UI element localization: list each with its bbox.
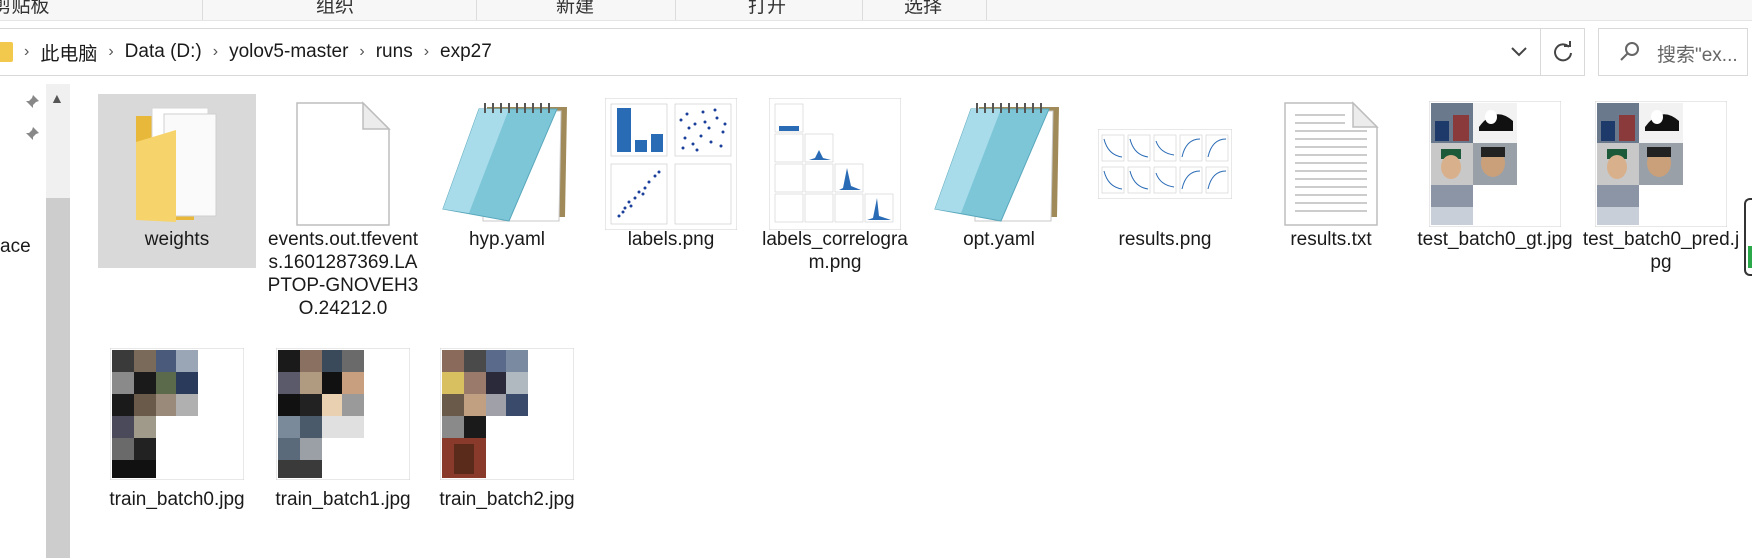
chevron-right-icon[interactable]: › — [359, 43, 364, 61]
file-name: test_batch0_pred.jpg — [1582, 229, 1740, 273]
breadcrumb-data-drive[interactable]: Data (D:) — [125, 41, 202, 63]
ribbon-group-select: 选择 — [903, 0, 942, 17]
file-item-results-png[interactable]: results.png — [1086, 94, 1244, 268]
file-name: opt.yaml — [963, 229, 1035, 250]
breadcrumb-this-pc[interactable]: 此电脑 — [40, 39, 97, 66]
blank-file-icon — [264, 94, 422, 234]
search-box[interactable]: 搜索"ex... — [1598, 28, 1748, 76]
edge-panel-handle[interactable] — [1744, 198, 1752, 276]
file-name: events.out.tfevents.1601287369.LAPTOP-GN… — [267, 229, 419, 319]
ribbon-separator — [986, 0, 987, 20]
file-name: train_batch2.jpg — [439, 489, 575, 510]
ribbon-group-organize: 组织 — [315, 0, 354, 17]
file-name: train_batch1.jpg — [275, 489, 411, 510]
file-item-results-txt[interactable]: results.txt — [1252, 94, 1410, 268]
search-icon — [1620, 42, 1639, 61]
ribbon-separator — [862, 0, 863, 20]
file-name: labels_correlogram.png — [762, 229, 908, 273]
image-thumbnail — [592, 94, 750, 234]
status-indicator — [1748, 246, 1752, 268]
file-item-test-batch0-gt[interactable]: test_batch0_gt.jpg — [1416, 94, 1574, 294]
notepad-icon — [428, 94, 586, 234]
ribbon-separator — [202, 0, 203, 20]
breadcrumb-runs[interactable]: runs — [376, 41, 413, 63]
chevron-right-icon[interactable]: › — [213, 43, 218, 61]
file-name: hyp.yaml — [468, 229, 546, 250]
image-thumbnail — [264, 344, 422, 484]
file-item-labels-png[interactable]: labels.png — [592, 94, 750, 268]
file-name: weights — [144, 229, 210, 250]
image-thumbnail — [1086, 94, 1244, 234]
file-item-weights[interactable]: weights — [98, 94, 256, 268]
file-name: labels.png — [627, 229, 715, 250]
scroll-up-arrow-icon[interactable]: ▲ — [50, 90, 64, 106]
file-item-test-batch0-pred[interactable]: test_batch0_pred.jpg — [1582, 94, 1740, 294]
file-item-train-batch2[interactable]: train_batch2.jpg — [428, 344, 586, 544]
image-thumbnail — [1416, 94, 1574, 234]
address-bar[interactable]: › 此电脑 › Data (D:) › yolov5-master › runs… — [0, 28, 1585, 76]
file-name: results.txt — [1290, 229, 1372, 250]
image-thumbnail — [98, 344, 256, 484]
breadcrumb-yolov5-master[interactable]: yolov5-master — [229, 41, 348, 63]
file-name: results.png — [1118, 229, 1212, 250]
notepad-icon — [920, 94, 1078, 234]
pin-icon[interactable] — [24, 94, 40, 110]
image-thumbnail — [1582, 94, 1740, 234]
chevron-right-icon[interactable]: › — [424, 43, 429, 61]
search-placeholder: 搜索"ex... — [1657, 45, 1738, 66]
file-item-events[interactable]: events.out.tfevents.1601287369.LAPTOP-GN… — [264, 94, 422, 342]
breadcrumb: › 此电脑 › Data (D:) › yolov5-master › runs… — [0, 29, 492, 75]
nav-scrollbar-thumb[interactable] — [46, 198, 70, 558]
chevron-right-icon[interactable]: › — [108, 43, 113, 61]
folder-icon — [0, 42, 13, 62]
text-file-icon — [1252, 94, 1410, 234]
ribbon-separator — [476, 0, 477, 20]
ribbon-group-labels: 剪贴板 组织 新建 打开 选择 — [0, 0, 1752, 21]
ribbon-group-new: 新建 — [555, 0, 594, 17]
nav-item-partial-label[interactable]: ace — [0, 236, 31, 258]
ribbon-group-open: 打开 — [747, 0, 786, 17]
file-item-train-batch1[interactable]: train_batch1.jpg — [264, 344, 422, 544]
image-thumbnail — [428, 344, 586, 484]
file-item-opt-yaml[interactable]: opt.yaml — [920, 94, 1078, 268]
breadcrumb-exp27[interactable]: exp27 — [440, 41, 492, 63]
address-row: › 此电脑 › Data (D:) › yolov5-master › runs… — [0, 28, 1752, 76]
refresh-button[interactable] — [1540, 29, 1585, 75]
ribbon-group-clipboard: 剪贴板 — [0, 0, 50, 17]
file-item-train-batch0[interactable]: train_batch0.jpg — [98, 344, 256, 544]
pin-icon[interactable] — [24, 126, 40, 142]
file-item-hyp-yaml[interactable]: hyp.yaml — [428, 94, 586, 268]
file-name: test_batch0_gt.jpg — [1417, 229, 1573, 250]
chevron-right-icon[interactable]: › — [24, 43, 29, 61]
file-name: train_batch0.jpg — [109, 489, 245, 510]
address-history-dropdown[interactable] — [1504, 37, 1534, 67]
folder-icon — [98, 94, 256, 234]
file-item-labels-correlogram[interactable]: labels_correlogram.png — [756, 94, 914, 294]
chevron-down-icon — [1511, 47, 1527, 57]
image-thumbnail — [756, 94, 914, 234]
ribbon-separator — [675, 0, 676, 20]
refresh-icon — [1554, 41, 1572, 62]
